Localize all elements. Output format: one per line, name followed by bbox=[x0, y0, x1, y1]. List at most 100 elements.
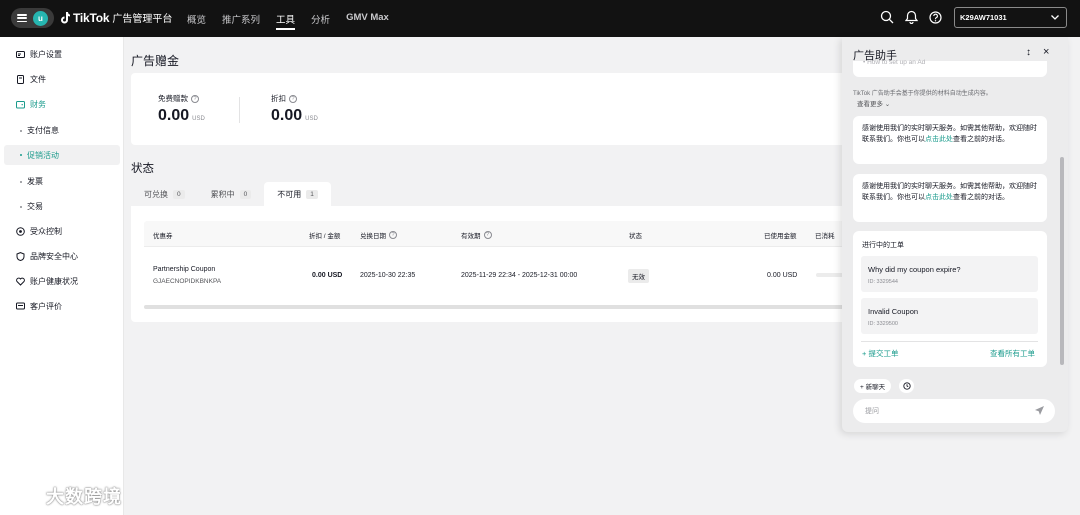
sidebar-item-label: 账户设置 bbox=[30, 50, 62, 59]
horizontal-scrollbar[interactable] bbox=[144, 305, 846, 309]
history-link[interactable]: 点击此处 bbox=[925, 194, 953, 201]
ticket-item[interactable]: Invalid Coupon ID: 3329500 bbox=[861, 298, 1038, 334]
chat-message-bubble: 感谢使用我们的实时聊天服务。如需其他帮助，欢迎随时联系我们。你也可以点击此处查看… bbox=[853, 174, 1047, 222]
nav-analytics[interactable]: 分析 bbox=[311, 12, 330, 26]
search-icon[interactable] bbox=[880, 10, 894, 24]
table-header: 优惠券 折扣 / 金额 兑换日期? 有效期? 状态 已使用金额 已消耗 bbox=[144, 221, 846, 247]
vertical-scrollbar[interactable] bbox=[1060, 157, 1064, 365]
chat-message-bubble: 感谢使用我们的实时聊天服务。如需其他帮助，欢迎随时联系我们。你也可以点击此处查看… bbox=[853, 116, 1047, 164]
sidebar-item-label: 品牌安全中心 bbox=[30, 252, 78, 261]
account-selector[interactable]: K29AW71031 bbox=[954, 7, 1067, 28]
history-link[interactable]: 点击此处 bbox=[925, 136, 953, 143]
ticket-item[interactable]: Why did my coupon expire? ID: 3329544 bbox=[861, 256, 1038, 292]
column-used-amount: 已使用金额 bbox=[764, 233, 797, 240]
sidebar-item-account-settings[interactable]: 账户设置 bbox=[16, 49, 62, 60]
sidebar-subitem-label: 发票 bbox=[27, 177, 43, 186]
tab-redeemable[interactable]: 可兑换 0 bbox=[131, 182, 198, 206]
sidebar-item-files[interactable]: 文件 bbox=[16, 74, 46, 85]
audience-icon bbox=[16, 227, 25, 236]
sidebar-subitem-invoices[interactable]: 发票 bbox=[20, 176, 43, 187]
tab-unavailable[interactable]: 不可用 1 bbox=[264, 182, 331, 206]
wallet-icon bbox=[16, 101, 25, 109]
ticket-id: ID: 3329500 bbox=[868, 321, 898, 327]
suggested-question[interactable]: • How to set up an Ad bbox=[863, 59, 925, 66]
sidebar: 账户设置 文件 财务 支付信息 促销活动 发票 交易 受众控制 品牌安全中心 账… bbox=[0, 37, 124, 515]
sidebar-item-brand-safety[interactable]: 品牌安全中心 bbox=[16, 251, 78, 262]
tab-label: 可兑换 bbox=[144, 189, 168, 199]
sidebar-item-finance[interactable]: 财务 bbox=[16, 99, 46, 110]
column-label: 兑换日期 bbox=[360, 233, 386, 240]
free-amount-block: 免费赠款? 0.00 USD bbox=[158, 93, 205, 125]
tab-label: 累积中 bbox=[210, 189, 235, 199]
column-consumed: 已消耗 bbox=[815, 233, 835, 240]
close-icon[interactable]: × bbox=[1043, 46, 1049, 58]
tab-count: 1 bbox=[306, 189, 318, 199]
message-text: 查看之前的对话。 bbox=[953, 193, 1009, 201]
coupon-code: GJAECNOPIDKBNKPA bbox=[153, 278, 222, 285]
column-validity: 有效期? bbox=[461, 230, 492, 240]
ticket-id: ID: 3329544 bbox=[868, 279, 898, 285]
coupon-table: 优惠券 折扣 / 金额 兑换日期? 有效期? 状态 已使用金额 已消耗 Part… bbox=[131, 206, 846, 322]
expand-icon[interactable]: ↕ bbox=[1026, 47, 1031, 58]
bell-icon[interactable] bbox=[905, 10, 918, 24]
bullet-dot bbox=[20, 180, 22, 183]
column-discount-amount: 折扣 / 金额 bbox=[309, 233, 341, 240]
tab-count: 0 bbox=[173, 189, 185, 199]
sidebar-item-label: 账户健康状况 bbox=[30, 277, 78, 286]
watermark-logo-icon bbox=[8, 487, 40, 507]
tiktok-note-icon bbox=[61, 11, 70, 23]
column-label: 有效期 bbox=[461, 233, 481, 240]
sidebar-item-reviews[interactable]: 客户评价 bbox=[16, 301, 62, 312]
help-icon[interactable]: ? bbox=[191, 94, 199, 103]
tab-label: 不可用 bbox=[277, 189, 302, 199]
sidebar-subitem-promotions[interactable]: 促销活动 bbox=[4, 145, 120, 165]
nav-gmv-max[interactable]: GMV Max bbox=[346, 12, 389, 26]
nav-campaigns[interactable]: 推广系列 bbox=[222, 12, 260, 26]
disclaimer: TikTok 广告助手会基于你提供的材料自动生成内容。 bbox=[853, 91, 992, 97]
help-icon[interactable]: ? bbox=[483, 231, 492, 239]
sidebar-subitem-label: 支付信息 bbox=[27, 126, 59, 135]
nav-overview[interactable]: 概览 bbox=[187, 12, 206, 26]
nav-tools[interactable]: 工具 bbox=[276, 12, 296, 30]
new-chat-button[interactable]: + 新聊天 bbox=[854, 379, 892, 393]
see-more-link[interactable]: 查看更多 ⌄ bbox=[857, 98, 890, 108]
page-title: 广告赠金 bbox=[131, 54, 180, 68]
tab-accumulating[interactable]: 累积中 0 bbox=[198, 182, 265, 206]
tiktok-logo[interactable]: TikTok 广告管理平台 bbox=[60, 10, 172, 25]
tab-count: 0 bbox=[239, 189, 252, 199]
main-menu-button[interactable]: u bbox=[11, 8, 54, 28]
bullet-dot bbox=[20, 129, 22, 132]
ask-input[interactable] bbox=[853, 399, 1055, 423]
redeem-date: 2025-10-30 22:35 bbox=[360, 272, 416, 279]
column-coupon: 优惠券 bbox=[153, 233, 173, 240]
free-amount-value: 0.00 bbox=[158, 107, 190, 124]
watermark-text: 大数跨境 bbox=[46, 487, 122, 507]
view-all-tickets-link[interactable]: 查看所有工单 bbox=[990, 348, 1035, 359]
submit-ticket-button[interactable]: + 提交工单 bbox=[862, 348, 898, 359]
sidebar-item-label: 文件 bbox=[30, 75, 46, 84]
ad-assistant-panel: 广告助手 ↕ × • How to set up an Ad TikTok 广告… bbox=[842, 37, 1068, 432]
history-button[interactable] bbox=[899, 379, 914, 393]
send-icon[interactable] bbox=[1034, 405, 1045, 416]
free-amount-label: 免费赠款 bbox=[158, 94, 188, 103]
health-icon bbox=[16, 277, 25, 286]
ticket-question: Invalid Coupon bbox=[868, 307, 919, 316]
help-icon[interactable] bbox=[929, 10, 942, 24]
coupon-name: Partnership Coupon bbox=[153, 266, 216, 273]
sidebar-item-label: 客户评价 bbox=[30, 302, 62, 311]
status-title: 状态 bbox=[131, 163, 154, 175]
sidebar-subitem-payment-info[interactable]: 支付信息 bbox=[20, 125, 59, 136]
sidebar-item-audience-controls[interactable]: 受众控制 bbox=[16, 226, 62, 237]
help-icon[interactable]: ? bbox=[389, 231, 397, 239]
sidebar-subitem-transactions[interactable]: 交易 bbox=[20, 201, 43, 212]
sidebar-item-account-health[interactable]: 账户健康状况 bbox=[16, 276, 78, 287]
validity-period: 2025-11-29 22:34 - 2025-12-31 00:00 bbox=[461, 272, 578, 279]
summary-card: 免费赠款? 0.00 USD 折扣? 0.00 USD bbox=[131, 73, 846, 145]
help-icon[interactable]: ? bbox=[289, 94, 297, 103]
clock-icon bbox=[902, 382, 911, 390]
sidebar-item-label: 财务 bbox=[30, 100, 46, 109]
ticket-question: Why did my coupon expire? bbox=[868, 265, 961, 274]
divider bbox=[861, 341, 1038, 342]
coupon-amount: 0.00 USD bbox=[312, 272, 343, 279]
sidebar-subitem-label: 交易 bbox=[27, 202, 43, 211]
